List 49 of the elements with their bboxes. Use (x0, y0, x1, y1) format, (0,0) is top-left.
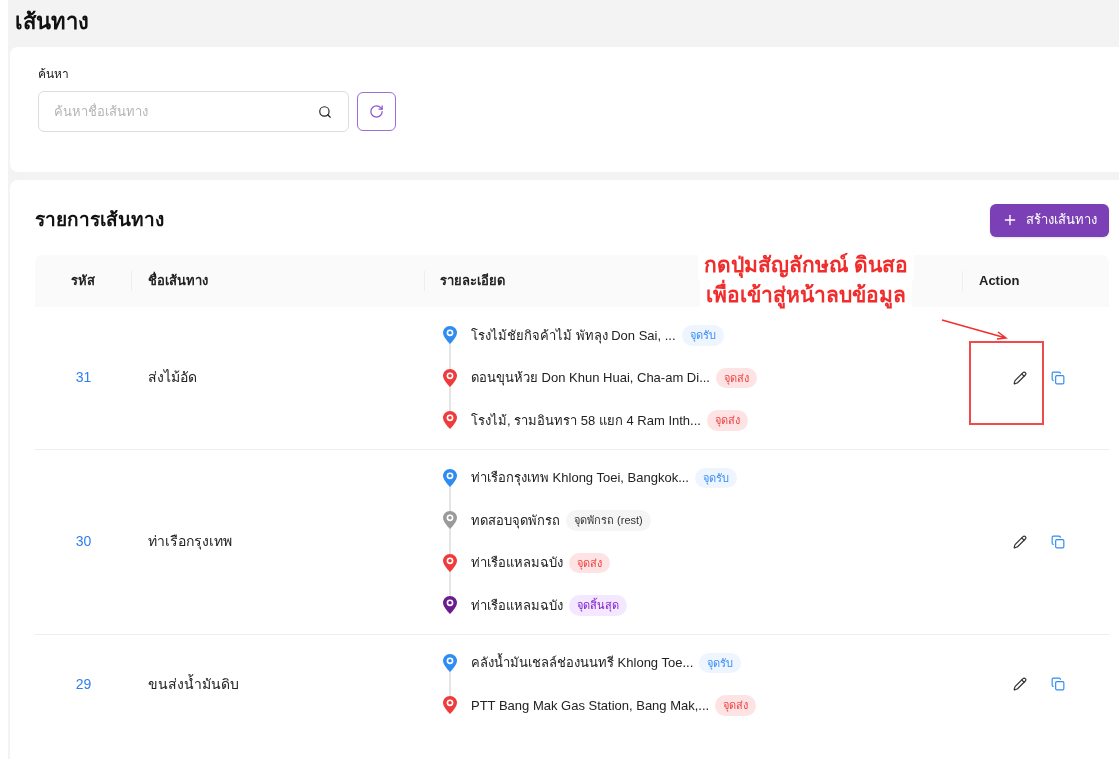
map-pin-icon (443, 553, 457, 572)
refresh-button[interactable] (357, 92, 396, 131)
column-header: Action (978, 272, 1021, 291)
copy-button[interactable] (1049, 675, 1067, 693)
stop-type-tag: จุดส่ง (706, 410, 748, 431)
stop-address: PTT Bang Mak Gas Station, Bang Mak,... (471, 696, 710, 715)
map-pin-icon (443, 653, 457, 672)
stop-address: โรงไม้, รามอินทรา 58 แยก 4 Ram Inth... (471, 411, 701, 430)
column-header: รหัส (35, 271, 132, 291)
stop-type-tag: จุดส่ง (715, 695, 757, 716)
stop-type-tag: จุดรับ (681, 325, 724, 346)
column-header: ชื่อเส้นทาง (132, 271, 425, 291)
route-code[interactable]: 31 (35, 367, 132, 389)
route-name: ส่งไม้อัด (147, 368, 198, 388)
refresh-icon (369, 104, 384, 119)
search-icon (318, 105, 332, 119)
stop-type-tag: จุดสิ้นสุด (569, 595, 627, 616)
search-field[interactable]: ค้นหาชื่อเส้นทาง (38, 91, 349, 132)
stop-type-tag: จุดส่ง (715, 367, 757, 388)
map-pin-icon (443, 411, 457, 430)
stop-address: ท่าเรือกรุงเทพ Khlong Toei, Bangkok... (471, 469, 689, 488)
annotation-text: เพื่อเข้าสู่หน้าลบข้อมูล (699, 280, 912, 310)
page-title: เส้นทาง (14, 8, 90, 36)
stop-type-tag: จุดรับ (699, 652, 742, 673)
map-pin-icon (443, 326, 457, 345)
list-title: รายการเส้นทาง (35, 207, 164, 232)
map-pin-icon (443, 696, 457, 715)
stop-type-tag: จุดพักรถ (rest) (566, 510, 651, 531)
route-code[interactable]: 30 (35, 531, 132, 552)
map-pin-icon (443, 511, 457, 530)
stop-address: ดอนขุนห้วย Don Khun Huai, Cha-am Di... (471, 369, 710, 388)
stop-address: คลังน้ำมันเชลล์ช่องนนทรี Khlong Toe... (471, 653, 694, 672)
edit-button[interactable] (1011, 675, 1029, 693)
stop-address: ทดสอบจุดพักรถ (471, 511, 560, 530)
stop-type-tag: จุดส่ง (569, 552, 610, 573)
stop-address: ท่าเรือแหลมฉบัง (471, 554, 563, 572)
route-name: ท่าเรือกรุงเทพ (147, 532, 233, 552)
route-name: ขนส่งน้ำมันดิบ (147, 673, 240, 694)
create-route-button[interactable]: สร้างเส้นทาง (990, 203, 1109, 237)
stop-address: ท่าเรือแหลมฉบัง (471, 596, 563, 615)
map-pin-icon (443, 596, 457, 615)
map-pin-icon (443, 468, 457, 487)
route-code[interactable]: 29 (35, 673, 132, 695)
search-label: ค้นหา (38, 66, 70, 83)
plus-icon (1002, 212, 1018, 228)
stop-address: โรงไม้ชัยกิจค้าไม้ พัทลุง Don Sai, ... (471, 326, 676, 345)
map-pin-icon (443, 368, 457, 387)
annotation-arrow (940, 317, 1010, 342)
stop-type-tag: จุดรับ (694, 467, 737, 488)
